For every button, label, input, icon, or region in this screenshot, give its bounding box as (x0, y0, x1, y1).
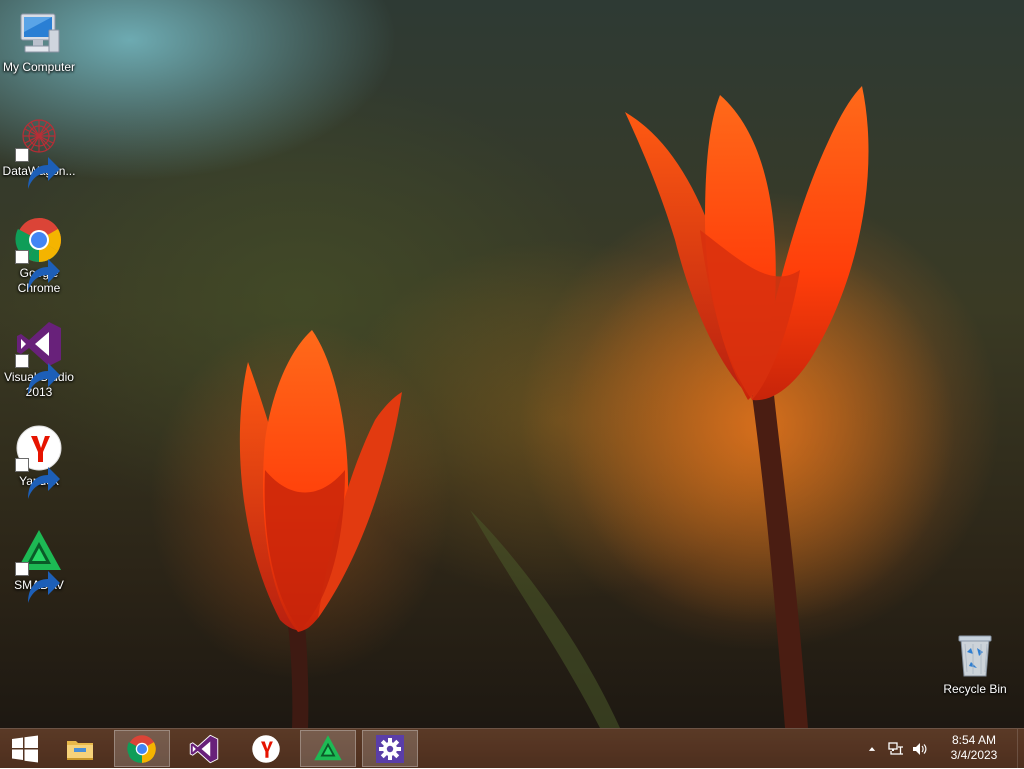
datawagon-icon (15, 114, 63, 189)
system-tray: 8:54 AM 3/4/2023 (864, 729, 1024, 769)
taskbar-button-smadav[interactable] (300, 730, 356, 767)
desktop-icon-recycle-bin[interactable]: Recycle Bin (936, 632, 1014, 697)
visual-studio-icon (15, 320, 63, 395)
volume-icon[interactable] (912, 741, 928, 757)
desktop-icon-my-computer[interactable]: My Computer (0, 10, 78, 75)
clock[interactable]: 8:54 AM 3/4/2023 (944, 733, 1004, 763)
desktop-icon-smadav[interactable]: SMADAV (0, 528, 78, 603)
desktop-icon-label: Recycle Bin (943, 682, 1007, 696)
taskbar: 8:54 AM 3/4/2023 (0, 728, 1024, 769)
yandex-icon (251, 734, 281, 764)
windows-logo-icon (11, 735, 39, 763)
shortcut-arrow-icon (15, 148, 60, 189)
desktop-icon-yandex[interactable]: Yandex (0, 424, 78, 499)
shortcut-arrow-icon (15, 250, 60, 291)
smadav-icon (15, 528, 63, 603)
start-button[interactable] (0, 730, 50, 767)
shortcut-arrow-icon (15, 458, 60, 499)
wallpaper-tulips (150, 86, 1000, 728)
recycle-bin-icon (951, 632, 999, 680)
taskbar-button-yandex[interactable] (238, 730, 294, 767)
computer-icon (15, 10, 63, 58)
desktop-icon-visual-studio[interactable]: Visual Studio 2013 (0, 320, 78, 400)
taskbar-button-file-explorer[interactable] (52, 730, 108, 767)
show-desktop-button[interactable] (1017, 729, 1024, 769)
taskbar-button-visual-studio[interactable] (176, 730, 232, 767)
taskbar-button-settings[interactable] (362, 730, 418, 767)
yandex-icon (15, 424, 63, 499)
smadav-icon (313, 734, 343, 764)
shortcut-arrow-icon (15, 562, 60, 603)
chrome-icon (15, 216, 63, 291)
desktop[interactable]: My Computer DataWagon... (0, 0, 1024, 768)
settings-gear-icon (375, 734, 405, 764)
file-explorer-icon (65, 734, 95, 764)
show-hidden-icons-icon[interactable] (864, 741, 880, 757)
clock-time: 8:54 AM (951, 733, 997, 747)
taskbar-button-chrome[interactable] (114, 730, 170, 767)
network-icon[interactable] (888, 741, 904, 757)
desktop-icon-google-chrome[interactable]: Google Chrome (0, 216, 78, 296)
clock-date: 3/4/2023 (950, 748, 998, 762)
visual-studio-icon (189, 734, 219, 764)
shortcut-arrow-icon (15, 354, 60, 395)
desktop-icon-label: My Computer (2, 60, 76, 74)
chrome-icon (127, 734, 157, 764)
desktop-icon-datawagon[interactable]: DataWagon... (0, 114, 78, 189)
